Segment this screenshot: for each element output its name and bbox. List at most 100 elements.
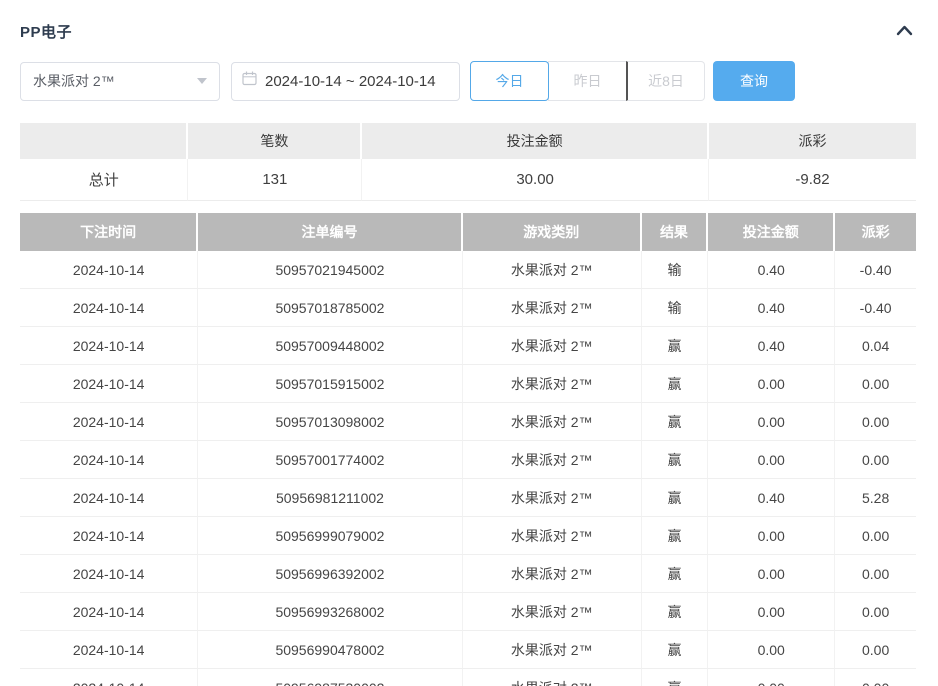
cell-result: 输 [642, 289, 708, 327]
cell-game-type: 水果派对 2™ [463, 251, 642, 289]
cell-bet-time: 2024-10-14 [20, 479, 198, 517]
cell-bet-id: 50957001774002 [198, 441, 462, 479]
game-select-value: 水果派对 2™ [33, 71, 115, 91]
cell-payout: 0.00 [835, 517, 916, 555]
records-column-header-0: 下注时间 [20, 213, 198, 251]
yesterday-button[interactable]: 昨日 [548, 61, 627, 101]
cell-bet-amount: 0.00 [708, 669, 835, 686]
cell-bet-time: 2024-10-14 [20, 593, 198, 631]
cell-payout: 0.00 [835, 555, 916, 593]
cell-game-type: 水果派对 2™ [463, 403, 642, 441]
cell-bet-id: 50956990478002 [198, 631, 462, 669]
cell-payout: 0.00 [835, 441, 916, 479]
cell-game-type: 水果派对 2™ [463, 365, 642, 403]
cell-bet-id: 50956996392002 [198, 555, 462, 593]
table-row: 2024-10-1450956996392002水果派对 2™赢0.000.00 [20, 555, 916, 593]
cell-bet-time: 2024-10-14 [20, 669, 198, 686]
date-range-picker[interactable]: 2024-10-14 ~ 2024-10-14 [231, 62, 460, 101]
cell-bet-time: 2024-10-14 [20, 403, 198, 441]
table-row: 2024-10-1450956990478002水果派对 2™赢0.000.00 [20, 631, 916, 669]
cell-bet-amount: 0.40 [708, 289, 835, 327]
cell-game-type: 水果派对 2™ [463, 289, 642, 327]
summary-bet-amount-value: 30.00 [362, 159, 709, 201]
cell-result: 赢 [642, 327, 708, 365]
table-row: 2024-10-1450956999079002水果派对 2™赢0.000.00 [20, 517, 916, 555]
cell-payout: 0.00 [835, 631, 916, 669]
panel-header: PP电子 [20, 20, 916, 42]
cell-game-type: 水果派对 2™ [463, 441, 642, 479]
summary-total-label: 总计 [20, 159, 188, 201]
cell-bet-time: 2024-10-14 [20, 441, 198, 479]
cell-bet-id: 50956999079002 [198, 517, 462, 555]
cell-bet-amount: 0.00 [708, 403, 835, 441]
cell-bet-id: 50957015915002 [198, 365, 462, 403]
cell-bet-time: 2024-10-14 [20, 631, 198, 669]
summary-header-row: 笔数投注金额派彩 [20, 123, 916, 159]
cell-result: 输 [642, 251, 708, 289]
collapse-panel-button[interactable] [892, 22, 916, 40]
cell-bet-amount: 0.40 [708, 327, 835, 365]
calendar-icon [242, 71, 257, 91]
table-row: 2024-10-1450957018785002水果派对 2™输0.40-0.4… [20, 289, 916, 327]
chevron-up-icon [896, 24, 913, 39]
quick-date-buttons: 今日 昨日 近8日 [470, 61, 705, 101]
cell-bet-id: 50956987530002 [198, 669, 462, 686]
last-8-days-button[interactable]: 近8日 [626, 61, 705, 101]
search-button[interactable]: 查询 [713, 61, 795, 101]
cell-bet-amount: 0.00 [708, 517, 835, 555]
records-column-header-3: 结果 [642, 213, 708, 251]
cell-bet-amount: 0.00 [708, 631, 835, 669]
cell-result: 赢 [642, 669, 708, 686]
game-select[interactable]: 水果派对 2™ [20, 62, 220, 101]
summary-column-header-1: 笔数 [188, 123, 362, 159]
records-body: 2024-10-1450957021945002水果派对 2™输0.40-0.4… [20, 251, 916, 686]
records-column-header-2: 游戏类别 [463, 213, 642, 251]
records-column-header-1: 注单编号 [198, 213, 462, 251]
records-header-row: 下注时间注单编号游戏类别结果投注金额派彩 [20, 213, 916, 251]
table-row: 2024-10-1450956981211002水果派对 2™赢0.405.28 [20, 479, 916, 517]
summary-count-value: 131 [188, 159, 362, 201]
cell-bet-amount: 0.00 [708, 441, 835, 479]
cell-result: 赢 [642, 593, 708, 631]
cell-game-type: 水果派对 2™ [463, 555, 642, 593]
cell-payout: -0.40 [835, 251, 916, 289]
records-table: 下注时间注单编号游戏类别结果投注金额派彩 2024-10-14509570219… [20, 213, 916, 686]
cell-payout: 0.00 [835, 365, 916, 403]
cell-game-type: 水果派对 2™ [463, 327, 642, 365]
cell-bet-time: 2024-10-14 [20, 365, 198, 403]
summary-column-header-2: 投注金额 [362, 123, 709, 159]
cell-bet-amount: 0.00 [708, 593, 835, 631]
cell-bet-time: 2024-10-14 [20, 517, 198, 555]
cell-payout: 0.00 [835, 669, 916, 686]
cell-bet-amount: 0.00 [708, 555, 835, 593]
cell-result: 赢 [642, 441, 708, 479]
table-row: 2024-10-1450957009448002水果派对 2™赢0.400.04 [20, 327, 916, 365]
today-button[interactable]: 今日 [470, 61, 549, 101]
cell-result: 赢 [642, 517, 708, 555]
cell-game-type: 水果派对 2™ [463, 479, 642, 517]
cell-bet-id: 50957018785002 [198, 289, 462, 327]
cell-result: 赢 [642, 631, 708, 669]
cell-bet-id: 50956993268002 [198, 593, 462, 631]
cell-bet-id: 50957021945002 [198, 251, 462, 289]
table-row: 2024-10-1450957021945002水果派对 2™输0.40-0.4… [20, 251, 916, 289]
cell-bet-amount: 0.40 [708, 479, 835, 517]
cell-payout: -0.40 [835, 289, 916, 327]
cell-game-type: 水果派对 2™ [463, 631, 642, 669]
cell-result: 赢 [642, 365, 708, 403]
cell-game-type: 水果派对 2™ [463, 669, 642, 686]
table-row: 2024-10-1450957001774002水果派对 2™赢0.000.00 [20, 441, 916, 479]
records-column-header-4: 投注金额 [708, 213, 835, 251]
cell-result: 赢 [642, 403, 708, 441]
cell-bet-time: 2024-10-14 [20, 289, 198, 327]
cell-payout: 0.04 [835, 327, 916, 365]
cell-bet-amount: 0.40 [708, 251, 835, 289]
table-row: 2024-10-1450957013098002水果派对 2™赢0.000.00 [20, 403, 916, 441]
filter-bar: 水果派对 2™ 2024-10-14 ~ 2024-10-14 今日 昨日 近8… [20, 61, 916, 101]
summary-column-header-3: 派彩 [709, 123, 916, 159]
table-row: 2024-10-1450957015915002水果派对 2™赢0.000.00 [20, 365, 916, 403]
caret-down-icon [197, 78, 207, 84]
date-range-value: 2024-10-14 ~ 2024-10-14 [265, 73, 436, 90]
table-row: 2024-10-1450956987530002水果派对 2™赢0.000.00 [20, 669, 916, 686]
page-title: PP电子 [20, 21, 72, 42]
